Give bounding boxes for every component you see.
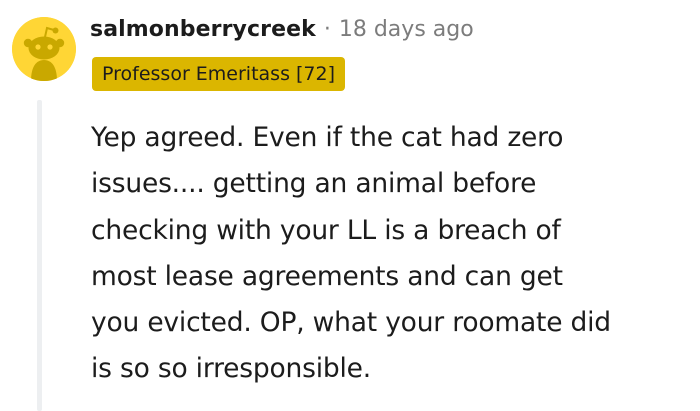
- comment-header: salmonberrycreek · 18 days ago: [90, 11, 474, 47]
- snoo-avatar-icon: [12, 17, 76, 81]
- comment-line: checking with your LL is a breach of: [91, 214, 561, 246]
- user-avatar[interactable]: [12, 17, 76, 81]
- comment-line: most lease agreements and can get: [91, 260, 563, 292]
- comment-line: Yep agreed. Even if the cat had zero: [91, 122, 564, 153]
- thread-collapse-line[interactable]: [37, 100, 42, 411]
- meta-separator: ·: [323, 16, 331, 42]
- comment-body: Yep agreed. Even if the cat had zero iss…: [91, 115, 691, 393]
- user-flair: Professor Emeritass [72]: [92, 57, 346, 91]
- author-username[interactable]: salmonberrycreek: [90, 17, 316, 42]
- comment-line: issues.... getting an animal before: [91, 168, 537, 200]
- comment-line: is so so irresponsible.: [91, 353, 372, 385]
- comment-line: you evicted. OP, what your roomate did: [91, 307, 611, 339]
- comment-timestamp[interactable]: 18 days ago: [339, 17, 474, 42]
